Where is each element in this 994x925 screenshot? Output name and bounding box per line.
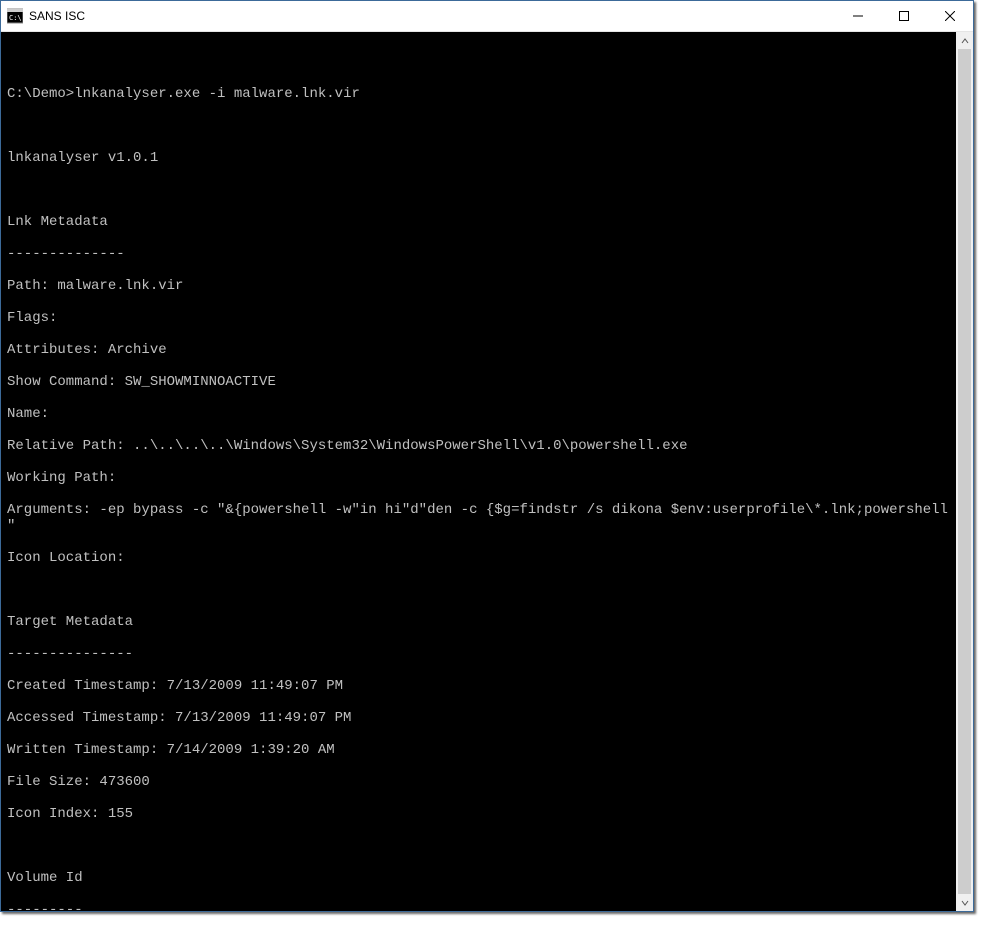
chevron-up-icon	[961, 37, 969, 45]
output-line	[7, 118, 956, 134]
output-line: Volume Id	[7, 870, 956, 886]
scroll-thumb[interactable]	[958, 49, 971, 894]
client-area: C:\Demo>lnkanalyser.exe -i malware.lnk.v…	[1, 32, 973, 911]
maximize-icon	[899, 11, 909, 21]
output-line	[7, 182, 956, 198]
output-line: Written Timestamp: 7/14/2009 1:39:20 AM	[7, 742, 956, 758]
output-line: Relative Path: ..\..\..\..\Windows\Syste…	[7, 438, 956, 454]
terminal-output[interactable]: C:\Demo>lnkanalyser.exe -i malware.lnk.v…	[1, 32, 956, 911]
output-line: Icon Location:	[7, 550, 956, 566]
output-line: Show Command: SW_SHOWMINNOACTIVE	[7, 374, 956, 390]
titlebar[interactable]: C:\ SANS ISC	[1, 1, 973, 32]
cmd-icon: C:\	[7, 8, 23, 24]
output-line: Arguments: -ep bypass -c "&{powershell -…	[7, 502, 956, 534]
output-line: --------------	[7, 246, 956, 262]
output-line: Target Metadata	[7, 614, 956, 630]
output-line: Accessed Timestamp: 7/13/2009 11:49:07 P…	[7, 710, 956, 726]
close-button[interactable]	[927, 1, 973, 31]
output-line	[7, 838, 956, 854]
output-line: File Size: 473600	[7, 774, 956, 790]
output-line: Working Path:	[7, 470, 956, 486]
scroll-track[interactable]	[956, 49, 973, 894]
scroll-down-button[interactable]	[956, 894, 973, 911]
close-icon	[945, 11, 955, 21]
output-line: ---------------	[7, 646, 956, 662]
scroll-up-button[interactable]	[956, 32, 973, 49]
output-line	[7, 582, 956, 598]
console-window: C:\ SANS ISC C:\Demo>lnkanalyser.exe -i …	[0, 0, 974, 912]
output-line: ---------	[7, 902, 956, 911]
output-line: C:\Demo>lnkanalyser.exe -i malware.lnk.v…	[7, 86, 956, 102]
svg-text:C:\: C:\	[9, 14, 22, 22]
output-line: Lnk Metadata	[7, 214, 956, 230]
minimize-icon	[853, 11, 863, 21]
minimize-button[interactable]	[835, 1, 881, 31]
chevron-down-icon	[961, 899, 969, 907]
vertical-scrollbar[interactable]	[956, 32, 973, 911]
output-line: Icon Index: 155	[7, 806, 956, 822]
output-line: lnkanalyser v1.0.1	[7, 150, 956, 166]
maximize-button[interactable]	[881, 1, 927, 31]
prompt: C:\Demo>	[7, 86, 74, 102]
output-line: Path: malware.lnk.vir	[7, 278, 956, 294]
output-line	[7, 54, 956, 70]
output-line: Created Timestamp: 7/13/2009 11:49:07 PM	[7, 678, 956, 694]
command-text: lnkanalyser.exe -i malware.lnk.vir	[74, 86, 360, 102]
output-line: Attributes: Archive	[7, 342, 956, 358]
output-line: Name:	[7, 406, 956, 422]
window-title: SANS ISC	[29, 9, 85, 23]
output-line: Flags:	[7, 310, 956, 326]
